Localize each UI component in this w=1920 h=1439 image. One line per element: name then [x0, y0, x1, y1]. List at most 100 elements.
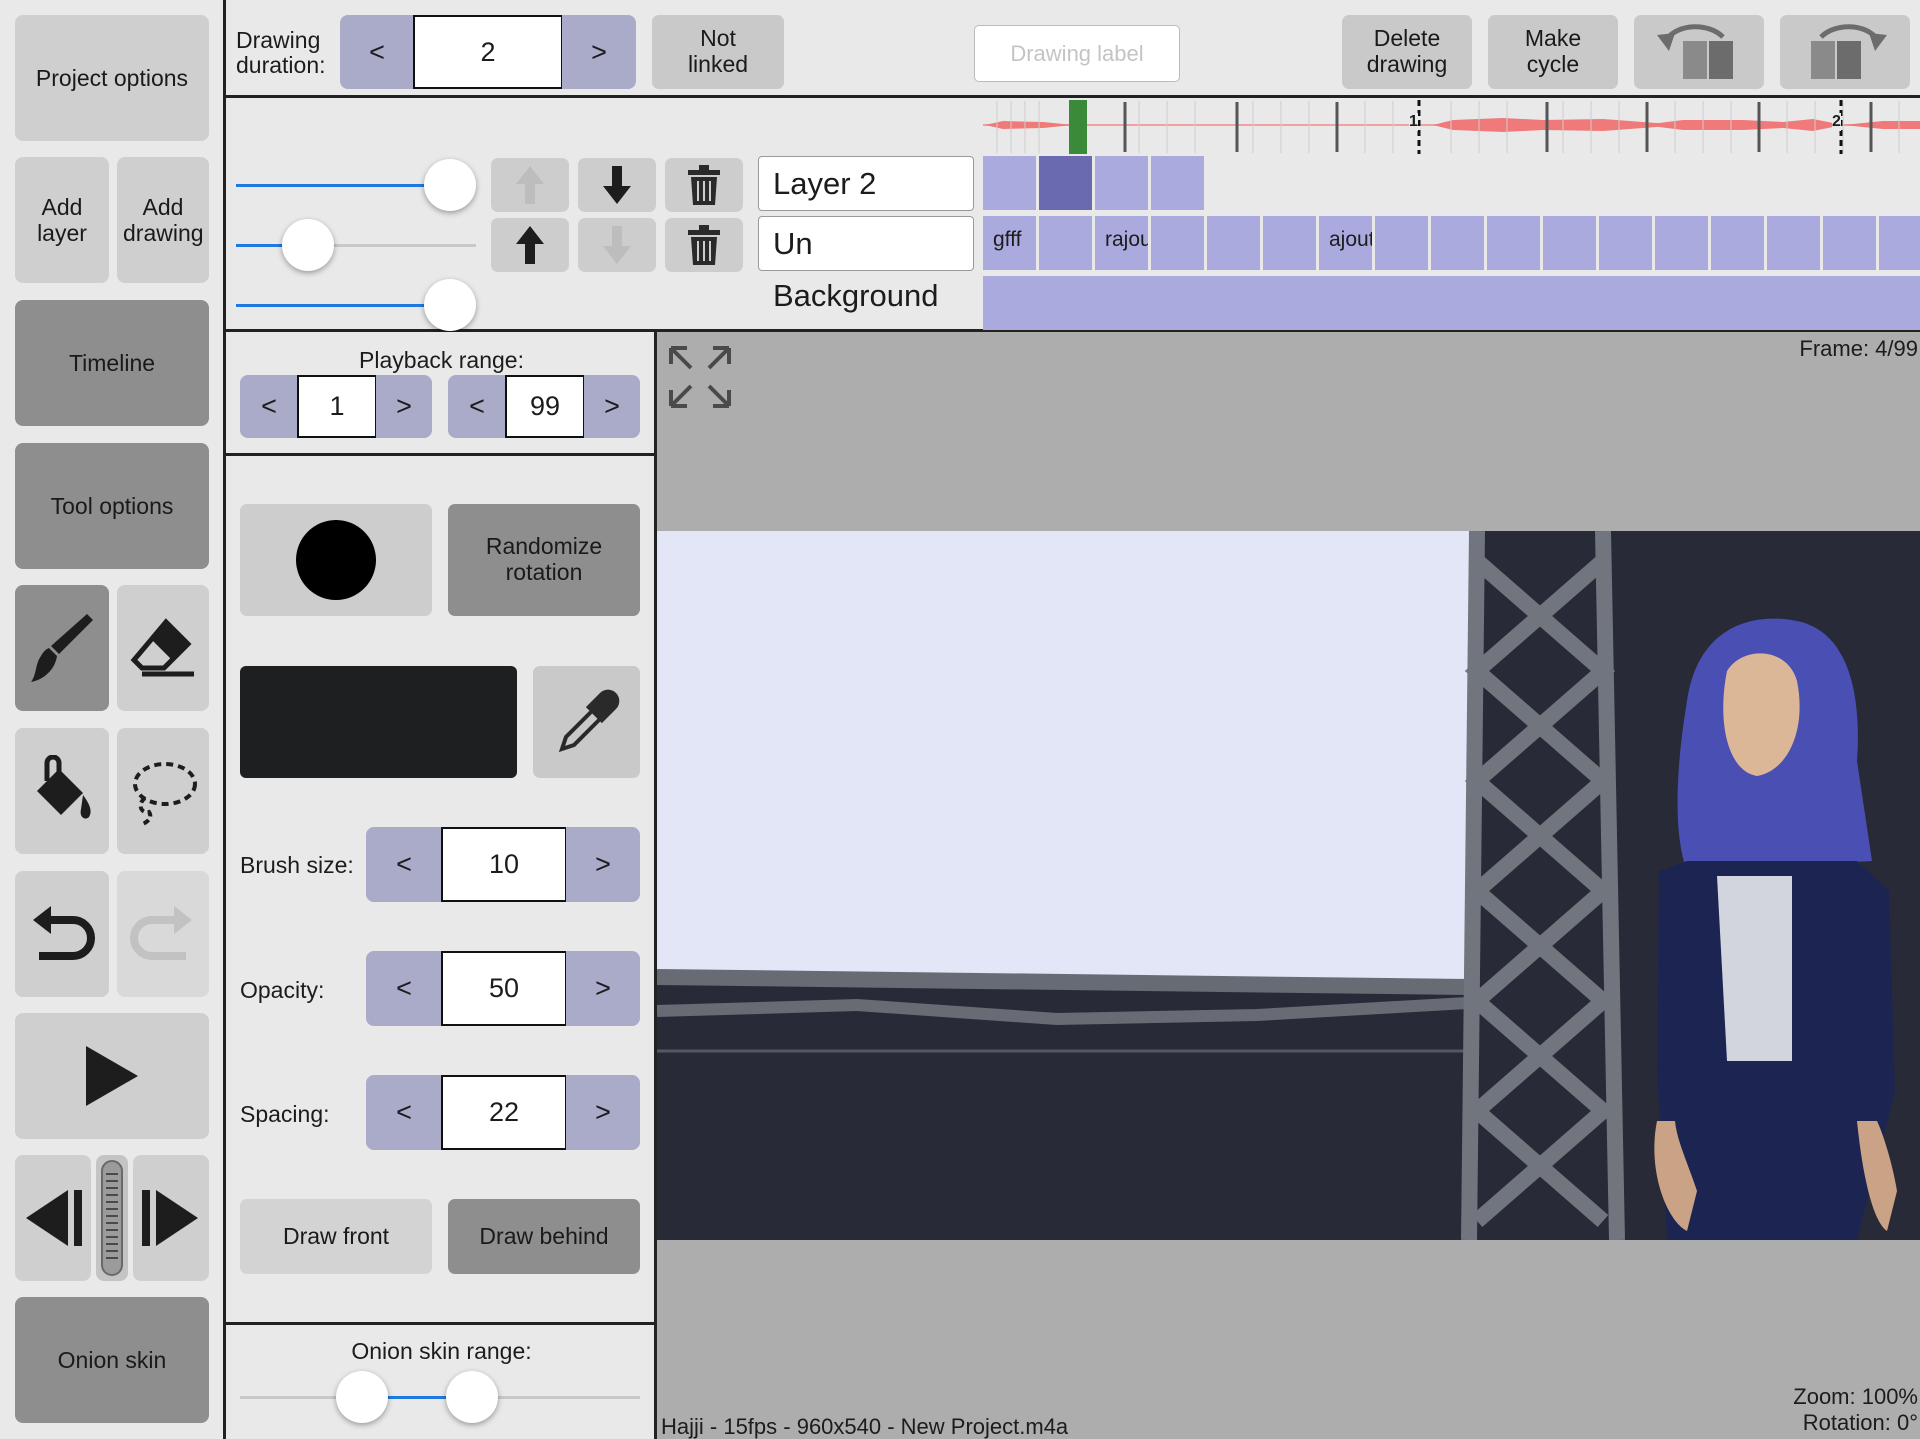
playback-start-field[interactable]: 1 [297, 375, 377, 438]
timeline-cell[interactable] [1151, 156, 1204, 210]
brush-shape-button[interactable] [240, 504, 432, 616]
audio-waveform [983, 100, 1920, 154]
timeline-cell[interactable]: rajout [1095, 216, 1148, 270]
increase-glyph: > [604, 391, 620, 421]
drawing-duration-field[interactable]: 2 [413, 15, 563, 89]
drawing-label-input[interactable]: Drawing label [974, 25, 1180, 82]
drawing-canvas-area[interactable]: Frame: 4/99 Hajji - 15fps - 960x540 - Ne… [657, 332, 1920, 1439]
timeline-cell[interactable] [1879, 216, 1920, 270]
timeline-cell[interactable] [1543, 216, 1596, 270]
timeline-cell[interactable] [1039, 156, 1092, 210]
slider-knob[interactable] [424, 279, 476, 331]
previous-frame-button[interactable] [15, 1155, 91, 1281]
timeline-cell[interactable] [1487, 216, 1540, 270]
timeline-ruler[interactable]: 1 2 [983, 98, 1920, 156]
make-cycle-button[interactable]: Make cycle [1488, 15, 1618, 89]
fullscreen-button[interactable] [667, 344, 733, 415]
opacity-field[interactable]: 50 [441, 951, 567, 1026]
spacing-field[interactable]: 22 [441, 1075, 567, 1150]
slider-knob[interactable] [282, 219, 334, 271]
timeline-label: Timeline [68, 349, 156, 376]
eraser-tool-button[interactable] [117, 585, 209, 711]
spacing-decrease[interactable]: < [366, 1075, 442, 1150]
delete-layer-button[interactable] [665, 158, 743, 212]
frame-counter: Frame: 4/99 [1799, 336, 1918, 361]
color-swatch[interactable] [240, 666, 517, 778]
not-linked-button[interactable]: Not linked [652, 15, 784, 89]
playback-end-increase[interactable]: > [584, 375, 640, 438]
project-options-button[interactable]: Project options [15, 15, 209, 141]
spacing-increase[interactable]: > [566, 1075, 640, 1150]
brush-size-increase[interactable]: > [566, 827, 640, 902]
timeline-cell[interactable] [1431, 216, 1484, 270]
divider [226, 453, 657, 456]
un-track: gfff rajout ajouta [983, 216, 1920, 272]
range-knob-start[interactable] [336, 1371, 388, 1423]
trash-icon [688, 165, 720, 205]
delete-layer-button[interactable] [665, 218, 743, 272]
rotate-left-icon [1657, 24, 1733, 79]
duration-increase-button[interactable]: > [562, 15, 636, 89]
draw-front-button[interactable]: Draw front [240, 1199, 432, 1274]
randomize-rotation-toggle[interactable]: Randomize rotation [448, 504, 640, 616]
layer-name-field[interactable]: Un [758, 216, 974, 271]
timeline-cell[interactable] [1823, 216, 1876, 270]
timeline-cell[interactable] [1767, 216, 1820, 270]
move-layer-down-button[interactable] [578, 218, 656, 272]
redo-button[interactable] [117, 871, 209, 997]
opacity-increase[interactable]: > [566, 951, 640, 1026]
swap-right-button[interactable] [1780, 15, 1910, 89]
decrease-glyph: < [469, 391, 485, 421]
brush-size-field[interactable]: 10 [441, 827, 567, 902]
delete-drawing-button[interactable]: Delete drawing [1342, 15, 1472, 89]
move-layer-up-button[interactable] [491, 158, 569, 212]
brush-size-decrease[interactable]: < [366, 827, 442, 902]
playback-end-decrease[interactable]: < [448, 375, 506, 438]
frame-scrub-handle[interactable] [96, 1155, 128, 1281]
move-layer-up-button[interactable] [491, 218, 569, 272]
opacity-decrease[interactable]: < [366, 951, 442, 1026]
add-drawing-button[interactable]: Add drawing [117, 157, 209, 283]
timeline-cell[interactable]: gfff [983, 216, 1036, 270]
timeline-cell[interactable]: ajouta [1319, 216, 1372, 270]
playback-start-increase[interactable]: > [376, 375, 432, 438]
playback-start-decrease[interactable]: < [240, 375, 298, 438]
timeline-cell[interactable] [1655, 216, 1708, 270]
next-frame-button[interactable] [133, 1155, 209, 1281]
timeline-cell[interactable] [1151, 216, 1204, 270]
timeline-cell[interactable] [1095, 156, 1148, 210]
decrease-glyph: < [396, 1097, 412, 1127]
timeline-cell[interactable] [1207, 216, 1260, 270]
layer-name-field[interactable]: Layer 2 [758, 156, 974, 211]
slider-knob[interactable] [424, 159, 476, 211]
play-button[interactable] [15, 1013, 209, 1139]
move-layer-down-button[interactable] [578, 158, 656, 212]
brush-tool-button[interactable] [15, 585, 109, 711]
range-knob-end[interactable] [446, 1371, 498, 1423]
timeline-cell[interactable] [1375, 216, 1428, 270]
fill-tool-button[interactable] [15, 728, 109, 854]
increase-glyph: > [591, 36, 607, 67]
timeline-cell[interactable] [983, 156, 1036, 210]
divider [226, 1322, 657, 1325]
add-layer-button[interactable]: Add layer [15, 157, 109, 283]
timeline-cell[interactable] [1599, 216, 1652, 270]
swap-left-button[interactable] [1634, 15, 1764, 89]
add-drawing-label: Add drawing [123, 193, 204, 246]
playback-end-field[interactable]: 99 [505, 375, 585, 438]
timeline-cell[interactable] [1039, 216, 1092, 270]
lasso-tool-button[interactable] [117, 728, 209, 854]
decrease-glyph: < [396, 973, 412, 1003]
timeline-cell[interactable] [1711, 216, 1764, 270]
brush-icon [31, 614, 93, 682]
duration-decrease-button[interactable]: < [340, 15, 414, 89]
artwork-canvas[interactable] [657, 531, 1920, 1240]
tool-options-button[interactable]: Tool options [15, 443, 209, 569]
onion-skin-button[interactable]: Onion skin [15, 1297, 209, 1423]
undo-button[interactable] [15, 871, 109, 997]
timeline-cell[interactable] [1263, 216, 1316, 270]
timeline-button[interactable]: Timeline [15, 300, 209, 426]
draw-behind-button[interactable]: Draw behind [448, 1199, 640, 1274]
eyedropper-button[interactable] [533, 666, 640, 778]
background-track-cell[interactable] [983, 276, 1920, 330]
